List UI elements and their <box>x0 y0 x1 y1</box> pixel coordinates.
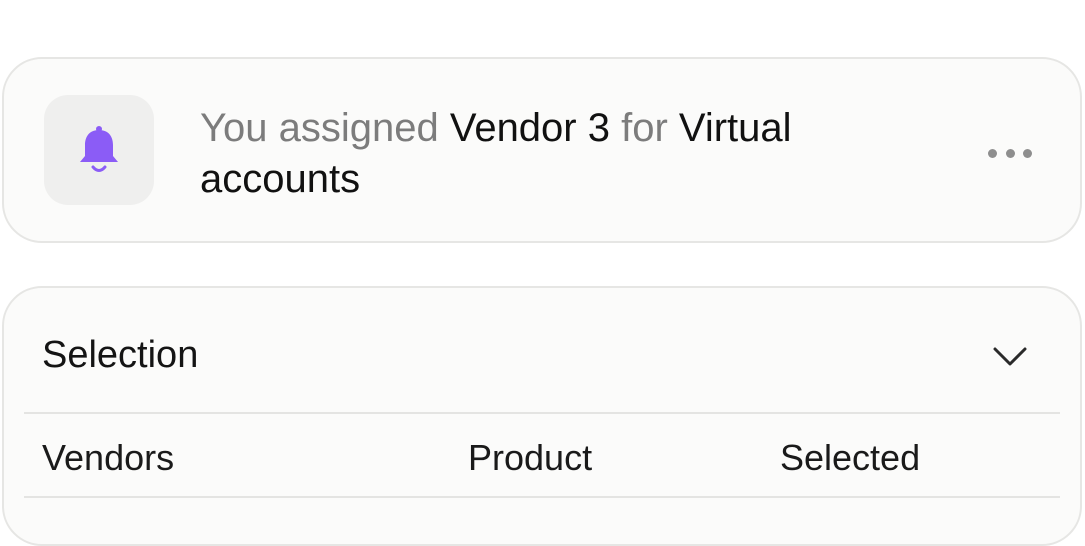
column-header-vendors: Vendors <box>42 437 175 478</box>
divider <box>24 496 1060 498</box>
more-dot <box>1023 148 1032 158</box>
chevron-down-icon <box>993 347 1027 366</box>
notification-vendor: Vendor 3 <box>449 106 610 150</box>
divider <box>24 412 1060 414</box>
bell-icon <box>80 126 118 172</box>
notification-message: You assigned Vendor 3 for Virtual accoun… <box>200 103 900 205</box>
more-dot <box>1005 148 1015 158</box>
selection-toggle[interactable]: Selection <box>4 288 1080 412</box>
column-header-product: Product <box>468 437 593 478</box>
more-dot <box>988 148 997 158</box>
notification-text-prefix: You assigned <box>200 106 450 150</box>
notification-icon-box <box>44 95 154 205</box>
notification-card: You assigned Vendor 3 for Virtual accoun… <box>2 57 1082 243</box>
notification-text-middle: for <box>609 106 679 150</box>
selection-title: Selection <box>42 334 199 376</box>
more-options-button[interactable] <box>988 145 1032 161</box>
selection-panel: Selection Vendors Product Selected <box>2 286 1082 546</box>
column-header-selected: Selected <box>780 437 921 478</box>
